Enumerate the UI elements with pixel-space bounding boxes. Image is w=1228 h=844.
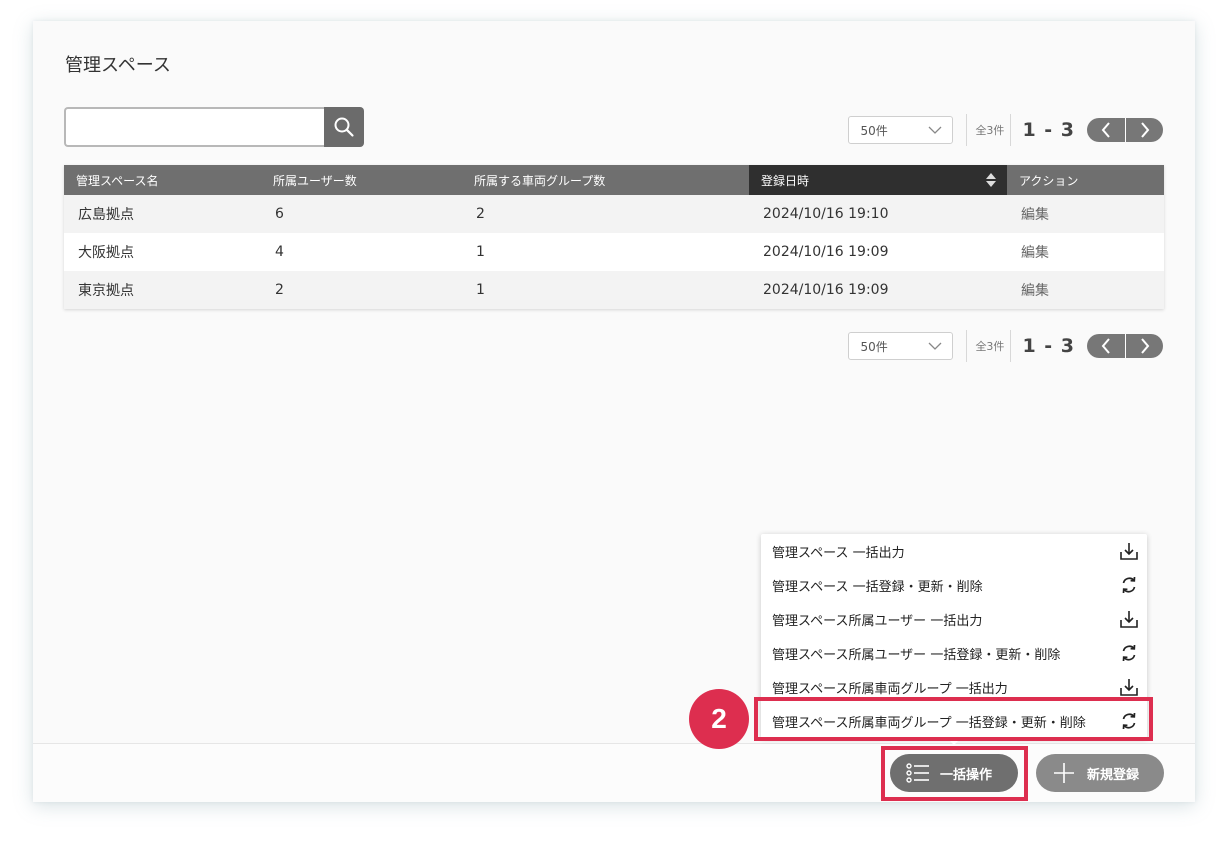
data-table: 管理スペース名 所属ユーザー数 所属する車両グループ数 登録日時 アクション 広… [64,165,1164,309]
menu-item-users-import[interactable]: 管理スペース所属ユーザー 一括登録・更新・削除 [761,636,1147,670]
new-register-button[interactable]: 新規登録 [1036,754,1164,792]
total-count: 全3件 [975,340,1005,353]
cell-date: 2024/10/16 19:09 [749,233,1007,271]
column-header[interactable]: 所属する車両グループ数 [462,165,749,195]
page-range: 1 - 3 [1022,119,1075,141]
sort-icon [986,173,996,187]
download-icon [1120,543,1138,560]
menu-item-space-import[interactable]: 管理スペース 一括登録・更新・削除 [761,568,1147,602]
column-header: アクション [1007,165,1164,195]
edit-link[interactable]: 編集 [1007,271,1164,309]
menu-pointer [947,738,961,745]
menu-item-label: 管理スペース 一括登録・更新・削除 [772,579,983,595]
pager-top: 50件 全3件 1 - 3 [848,113,1163,147]
divider [1010,330,1012,362]
search-box [64,107,364,147]
cell-groups: 1 [462,233,749,271]
page-range: 1 - 3 [1022,335,1075,357]
prev-page-button[interactable] [1087,334,1125,358]
bulk-actions-menu: 管理スペース 一括出力 管理スペース 一括登録・更新・削除 管理スペース所属ユー… [761,534,1147,745]
column-header-label: 登録日時 [761,173,810,188]
table-row: 大阪拠点 4 1 2024/10/16 19:09 編集 [64,233,1164,271]
divider [966,330,968,362]
table-row: 広島拠点 6 2 2024/10/16 19:10 編集 [64,195,1164,233]
chevron-left-icon [1101,122,1110,138]
menu-item-label: 管理スペース所属ユーザー 一括出力 [772,613,983,629]
chevron-down-icon [928,342,942,350]
cell-name: 大阪拠点 [64,233,261,271]
plus-icon [1054,763,1074,783]
page-title: 管理スペース [65,55,171,76]
menu-item-users-export[interactable]: 管理スペース所属ユーザー 一括出力 [761,602,1147,636]
cell-groups: 2 [462,195,749,233]
menu-item-label: 管理スペース所属車両グループ 一括登録・更新・削除 [772,715,1086,731]
menu-item-label: 管理スペース所属車両グループ 一括出力 [772,681,1008,697]
total-count: 全3件 [975,124,1005,137]
search-icon [334,117,354,137]
prev-page-button[interactable] [1087,118,1125,142]
menu-item-vehicle-groups-export[interactable]: 管理スペース所属車両グループ 一括出力 [761,670,1147,704]
per-page-value: 50件 [860,339,888,354]
menu-item-label: 管理スペース 一括出力 [772,545,905,561]
refresh-icon [1122,576,1136,594]
edit-link[interactable]: 編集 [1007,195,1164,233]
column-header[interactable]: 管理スペース名 [64,165,261,195]
divider [1010,114,1012,146]
next-page-button[interactable] [1125,334,1163,358]
chevron-right-icon [1140,338,1149,354]
column-header-sorted[interactable]: 登録日時 [749,165,1007,195]
cell-users: 4 [261,233,462,271]
menu-item-vehicle-groups-import[interactable]: 管理スペース所属車両グループ 一括登録・更新・削除 [761,704,1147,738]
next-page-button[interactable] [1125,118,1163,142]
cell-groups: 1 [462,271,749,309]
download-icon [1120,679,1138,696]
refresh-icon [1122,644,1136,662]
pager-bottom: 50件 全3件 1 - 3 [848,329,1163,363]
cell-date: 2024/10/16 19:10 [749,195,1007,233]
menu-item-space-export[interactable]: 管理スペース 一括出力 [761,534,1147,568]
per-page-select[interactable]: 50件 [848,332,954,360]
new-register-label: 新規登録 [1087,766,1140,782]
column-header[interactable]: 所属ユーザー数 [261,165,462,195]
cell-name: 東京拠点 [64,271,261,309]
per-page-select[interactable]: 50件 [848,116,954,144]
divider [966,114,968,146]
search-button[interactable] [324,107,364,147]
cell-users: 6 [261,195,462,233]
step-number-badge: 2 [689,689,749,749]
page-nav [1087,118,1163,142]
chevron-left-icon [1101,338,1110,354]
per-page-value: 50件 [860,123,888,138]
bulk-actions-label: 一括操作 [940,766,993,782]
cell-date: 2024/10/16 19:09 [749,271,1007,309]
main-window: 管理スペース 50件 全3件 1 - 3 管理スペース名 所属ユーザー数 所属す… [33,21,1195,802]
page-nav [1087,334,1163,358]
refresh-icon [1122,712,1136,730]
chevron-right-icon [1140,122,1149,138]
search-input[interactable] [64,107,324,147]
chevron-down-icon [928,126,942,134]
bulk-actions-button[interactable]: 一括操作 [890,754,1018,792]
edit-link[interactable]: 編集 [1007,233,1164,271]
cell-users: 2 [261,271,462,309]
footer-bar [33,743,1195,802]
menu-item-label: 管理スペース所属ユーザー 一括登録・更新・削除 [772,647,1061,663]
download-icon [1120,611,1138,628]
list-icon [906,763,929,783]
cell-name: 広島拠点 [64,195,261,233]
table-row: 東京拠点 2 1 2024/10/16 19:09 編集 [64,271,1164,309]
table-header-row: 管理スペース名 所属ユーザー数 所属する車両グループ数 登録日時 アクション [64,165,1164,195]
